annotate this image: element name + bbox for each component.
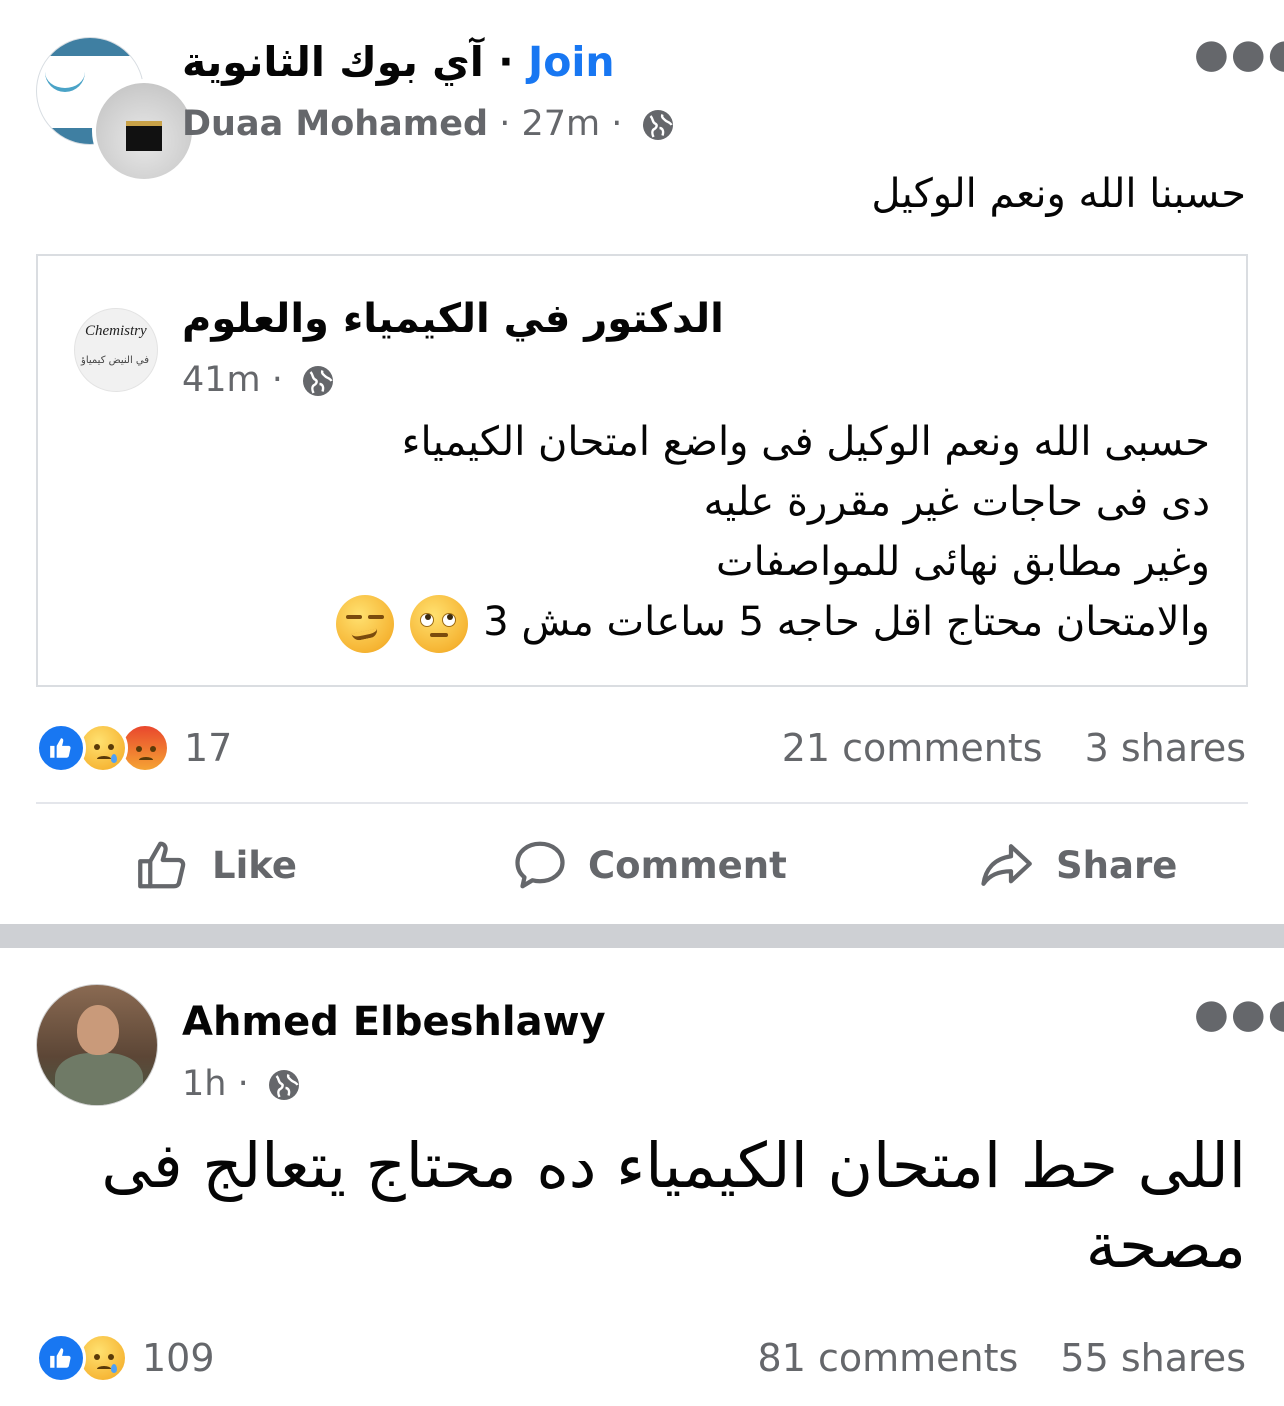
shared-page-avatar[interactable]: Chemistry في النيض كيمياؤ xyxy=(74,308,158,392)
comment-bubble-icon xyxy=(515,841,565,889)
smirk-emoji-icon xyxy=(335,595,394,653)
share-button[interactable]: Share xyxy=(974,834,1177,896)
author-avatar[interactable] xyxy=(36,984,158,1106)
title-separator: · xyxy=(498,38,514,86)
meta-dot: · xyxy=(499,104,511,144)
feed-separator xyxy=(0,924,1284,948)
more-dots-icon: ●●● xyxy=(1194,991,1284,1037)
post1-text: حسبنا الله ونعم الوكيل xyxy=(871,171,1246,217)
eye-roll-emoji-icon xyxy=(410,595,469,653)
comments-count-link[interactable]: 81 comments xyxy=(758,1336,1019,1380)
shared-text-line-with-emoji: والامتحان محتاج اقل حاجه 5 ساعات مش 3 xyxy=(210,592,1210,653)
post1-more-button[interactable]: ●●● xyxy=(1194,34,1284,74)
comments-count-link[interactable]: 21 comments xyxy=(782,726,1043,770)
shares-count-link[interactable]: 3 shares xyxy=(1085,726,1246,770)
shared-text-line: وغير مطابق نهائى للمواصفات xyxy=(715,539,1210,585)
shared-text-line: دى فى حاجات غير مقررة عليه xyxy=(703,479,1210,525)
thumbs-up-icon xyxy=(138,841,186,889)
post-time[interactable]: 1h xyxy=(182,1064,226,1104)
post2-stats: 81 comments 55 shares xyxy=(758,1332,1246,1384)
action-divider xyxy=(36,802,1248,804)
post1-meta: Duaa Mohamed · 27m · xyxy=(182,102,676,146)
globe-icon xyxy=(303,366,334,396)
globe-icon xyxy=(268,1070,299,1100)
shared-post-card[interactable]: Chemistry في النيض كيمياؤ الدكتور في الك… xyxy=(36,254,1248,687)
comment-label: Comment xyxy=(588,843,787,887)
like-reaction-icon xyxy=(36,1333,86,1383)
share-label: Share xyxy=(1056,843,1178,887)
post1-reactions[interactable]: 17 xyxy=(36,722,232,774)
post1-stats: 21 comments 3 shares xyxy=(782,722,1246,774)
comment-button[interactable]: Comment xyxy=(510,834,787,896)
shared-post-time[interactable]: 41m xyxy=(182,360,261,400)
avatar-logo-subtext: في النيض كيمياؤ xyxy=(81,355,150,366)
post2-reactions[interactable]: 109 xyxy=(36,1332,215,1384)
join-group-link[interactable]: Join xyxy=(528,38,615,86)
reaction-count[interactable]: 109 xyxy=(142,1336,215,1380)
share-arrow-icon xyxy=(981,844,1032,886)
shared-post-meta: 41m · xyxy=(182,358,336,402)
shared-text-line: حسبى الله ونعم الوكيل فى واضع امتحان الك… xyxy=(401,419,1210,465)
post2-text: اللى حط امتحان الكيمياء ده محتاج يتعالج … xyxy=(101,1129,1246,1282)
shared-page-name[interactable]: الدكتور في الكيمياء والعلوم xyxy=(182,292,724,346)
meta-dot: · xyxy=(611,104,623,144)
more-dots-icon: ●●● xyxy=(1194,31,1284,77)
author-name-link[interactable]: Ahmed Elbeshlawy xyxy=(182,996,606,1048)
post2-more-button[interactable]: ●●● xyxy=(1194,994,1284,1034)
post1-avatar-stack[interactable] xyxy=(36,37,196,183)
reaction-count[interactable]: 17 xyxy=(184,726,232,770)
shares-count-link[interactable]: 55 shares xyxy=(1060,1336,1246,1380)
post-time[interactable]: 27m xyxy=(521,104,600,144)
like-label: Like xyxy=(212,843,297,887)
post2-meta: 1h · xyxy=(182,1062,302,1106)
avatar-logo-text: Chemistry xyxy=(85,323,147,339)
author-name-link[interactable]: Duaa Mohamed xyxy=(182,104,488,144)
globe-icon xyxy=(642,110,673,140)
shared-post-text: حسبى الله ونعم الوكيل فى واضع امتحان الك… xyxy=(210,412,1210,653)
like-button[interactable]: Like xyxy=(134,834,297,896)
meta-dot: · xyxy=(271,360,283,400)
group-name-link[interactable]: آي بوك الثانوية xyxy=(182,38,484,86)
post1-title: آي بوك الثانوية · Join xyxy=(182,36,615,88)
meta-dot: · xyxy=(237,1064,249,1104)
shared-text-line: والامتحان محتاج اقل حاجه 5 ساعات مش 3 xyxy=(483,599,1210,645)
like-reaction-icon xyxy=(36,723,86,773)
